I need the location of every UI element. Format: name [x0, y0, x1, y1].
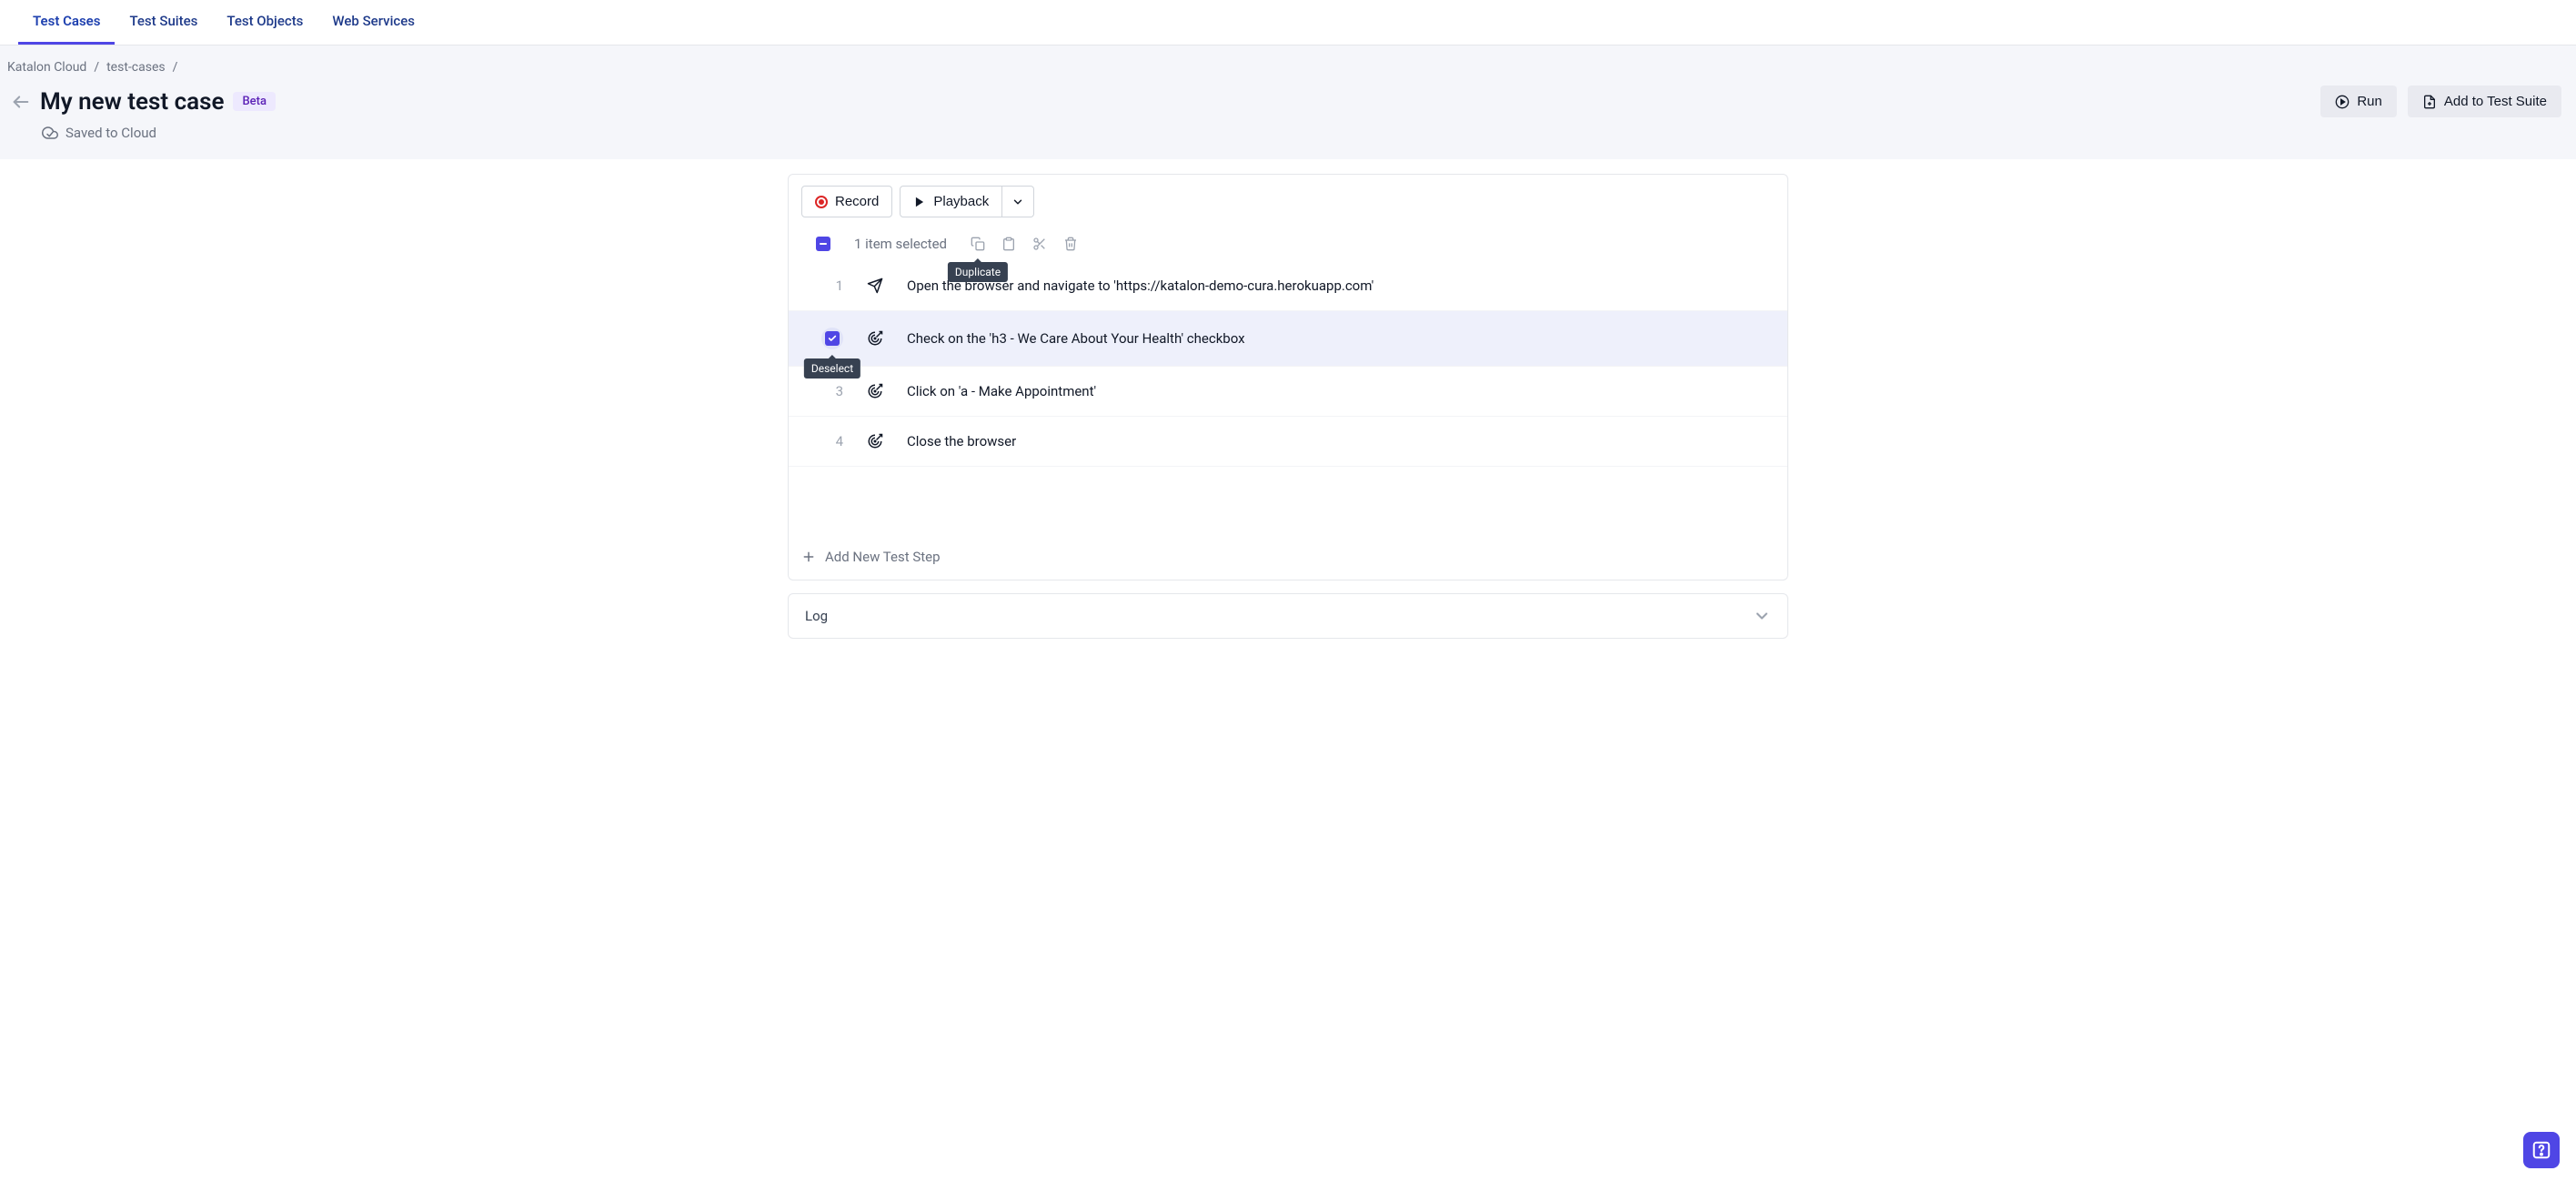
editor-toolbar: Record Playback	[789, 175, 1787, 228]
editor-card: Record Playback 1 item selected Duplicat…	[788, 174, 1788, 580]
add-new-step-button[interactable]: Add New Test Step	[789, 530, 1787, 580]
duplicate-button[interactable]: Duplicate	[971, 237, 985, 251]
playback-button[interactable]: Playback	[900, 186, 1002, 217]
tab-test-objects[interactable]: Test Objects	[212, 0, 317, 45]
selection-count: 1 item selected	[854, 236, 947, 252]
record-dot-icon	[815, 196, 828, 208]
title-actions: Run Add to Test Suite	[2320, 86, 2569, 117]
playback-button-label: Playback	[933, 194, 989, 209]
chevron-down-icon	[1011, 196, 1024, 208]
trash-icon	[1063, 237, 1078, 251]
tab-test-cases[interactable]: Test Cases	[18, 0, 115, 45]
step-number: 1	[807, 278, 843, 294]
breadcrumb: Katalon Cloud / test-cases /	[7, 56, 2569, 80]
run-button-label: Run	[2357, 94, 2382, 109]
duplicate-tooltip: Duplicate	[948, 262, 1008, 282]
add-new-step-label: Add New Test Step	[825, 549, 941, 565]
target-icon	[867, 330, 883, 347]
help-icon	[2531, 1140, 2551, 1160]
cut-icon	[1032, 237, 1047, 251]
paste-button[interactable]	[1001, 237, 1016, 251]
record-button-label: Record	[835, 194, 879, 209]
play-circle-icon	[2335, 95, 2350, 109]
check-icon	[828, 334, 837, 343]
record-button[interactable]: Record	[801, 186, 892, 217]
selection-actions: Duplicate	[971, 237, 1078, 251]
step-text: Close the browser	[907, 433, 1016, 449]
log-panel[interactable]: Log	[788, 593, 1788, 639]
title-row: My new test case Beta Run Add to Test Su…	[7, 80, 2569, 119]
add-to-test-suite-label: Add to Test Suite	[2444, 94, 2547, 109]
step-number: 3	[807, 383, 843, 399]
tab-web-services[interactable]: Web Services	[317, 0, 429, 45]
breadcrumb-separator: /	[94, 60, 99, 75]
breadcrumb-separator: /	[173, 60, 178, 75]
plus-icon	[801, 550, 816, 564]
breadcrumb-link-root[interactable]: Katalon Cloud	[7, 60, 86, 75]
tab-test-suites[interactable]: Test Suites	[115, 0, 212, 45]
page-subheader: Katalon Cloud / test-cases / My new test…	[0, 45, 2576, 159]
target-icon	[867, 433, 883, 449]
step-row[interactable]: Deselect Check on the 'h3 - We Care Abou…	[789, 311, 1787, 367]
saved-status-row: Saved to Cloud	[7, 119, 2569, 141]
saved-status-text: Saved to Cloud	[65, 125, 156, 141]
help-fab-button[interactable]	[2523, 1132, 2560, 1168]
step-icon-wrap	[861, 433, 889, 449]
beta-badge: Beta	[233, 92, 276, 111]
duplicate-icon	[971, 237, 985, 251]
playback-button-group: Playback	[900, 186, 1034, 217]
add-to-test-suite-button[interactable]: Add to Test Suite	[2408, 86, 2561, 117]
cloud-check-icon	[42, 125, 58, 141]
step-icon-wrap	[861, 330, 889, 347]
step-text: Check on the 'h3 - We Care About Your He…	[907, 330, 1245, 347]
page-title: My new test case	[40, 88, 224, 116]
run-button[interactable]: Run	[2320, 86, 2397, 117]
delete-button[interactable]	[1063, 237, 1078, 251]
main-area: Record Playback 1 item selected Duplicat…	[0, 159, 2576, 657]
step-icon-wrap	[861, 383, 889, 399]
navigate-icon	[867, 278, 883, 294]
step-checkbox[interactable]: Deselect	[821, 328, 843, 349]
chevron-down-icon	[1753, 607, 1771, 625]
select-all-checkbox[interactable]	[816, 237, 830, 251]
play-icon	[913, 196, 926, 208]
target-icon	[867, 383, 883, 399]
step-text: Click on 'a - Make Appointment'	[907, 383, 1096, 399]
breadcrumb-link-testcases[interactable]: test-cases	[106, 60, 166, 75]
log-title: Log	[805, 608, 828, 624]
step-row[interactable]: 3 Click on 'a - Make Appointment'	[789, 367, 1787, 417]
paste-icon	[1001, 237, 1016, 251]
step-icon-wrap	[861, 278, 889, 294]
back-arrow-icon[interactable]	[11, 92, 31, 112]
step-number: 4	[807, 433, 843, 449]
top-nav: Test Cases Test Suites Test Objects Web …	[0, 0, 2576, 45]
step-row[interactable]: 4 Close the browser	[789, 417, 1787, 467]
step-checkbox-col: Deselect	[807, 328, 843, 349]
playback-dropdown-button[interactable]	[1002, 186, 1034, 217]
step-row[interactable]: 1 Open the browser and navigate to 'http…	[789, 261, 1787, 311]
selection-row: 1 item selected Duplicate	[789, 228, 1787, 261]
file-add-icon	[2422, 95, 2437, 109]
deselect-tooltip: Deselect	[804, 358, 860, 379]
cut-button[interactable]	[1032, 237, 1047, 251]
